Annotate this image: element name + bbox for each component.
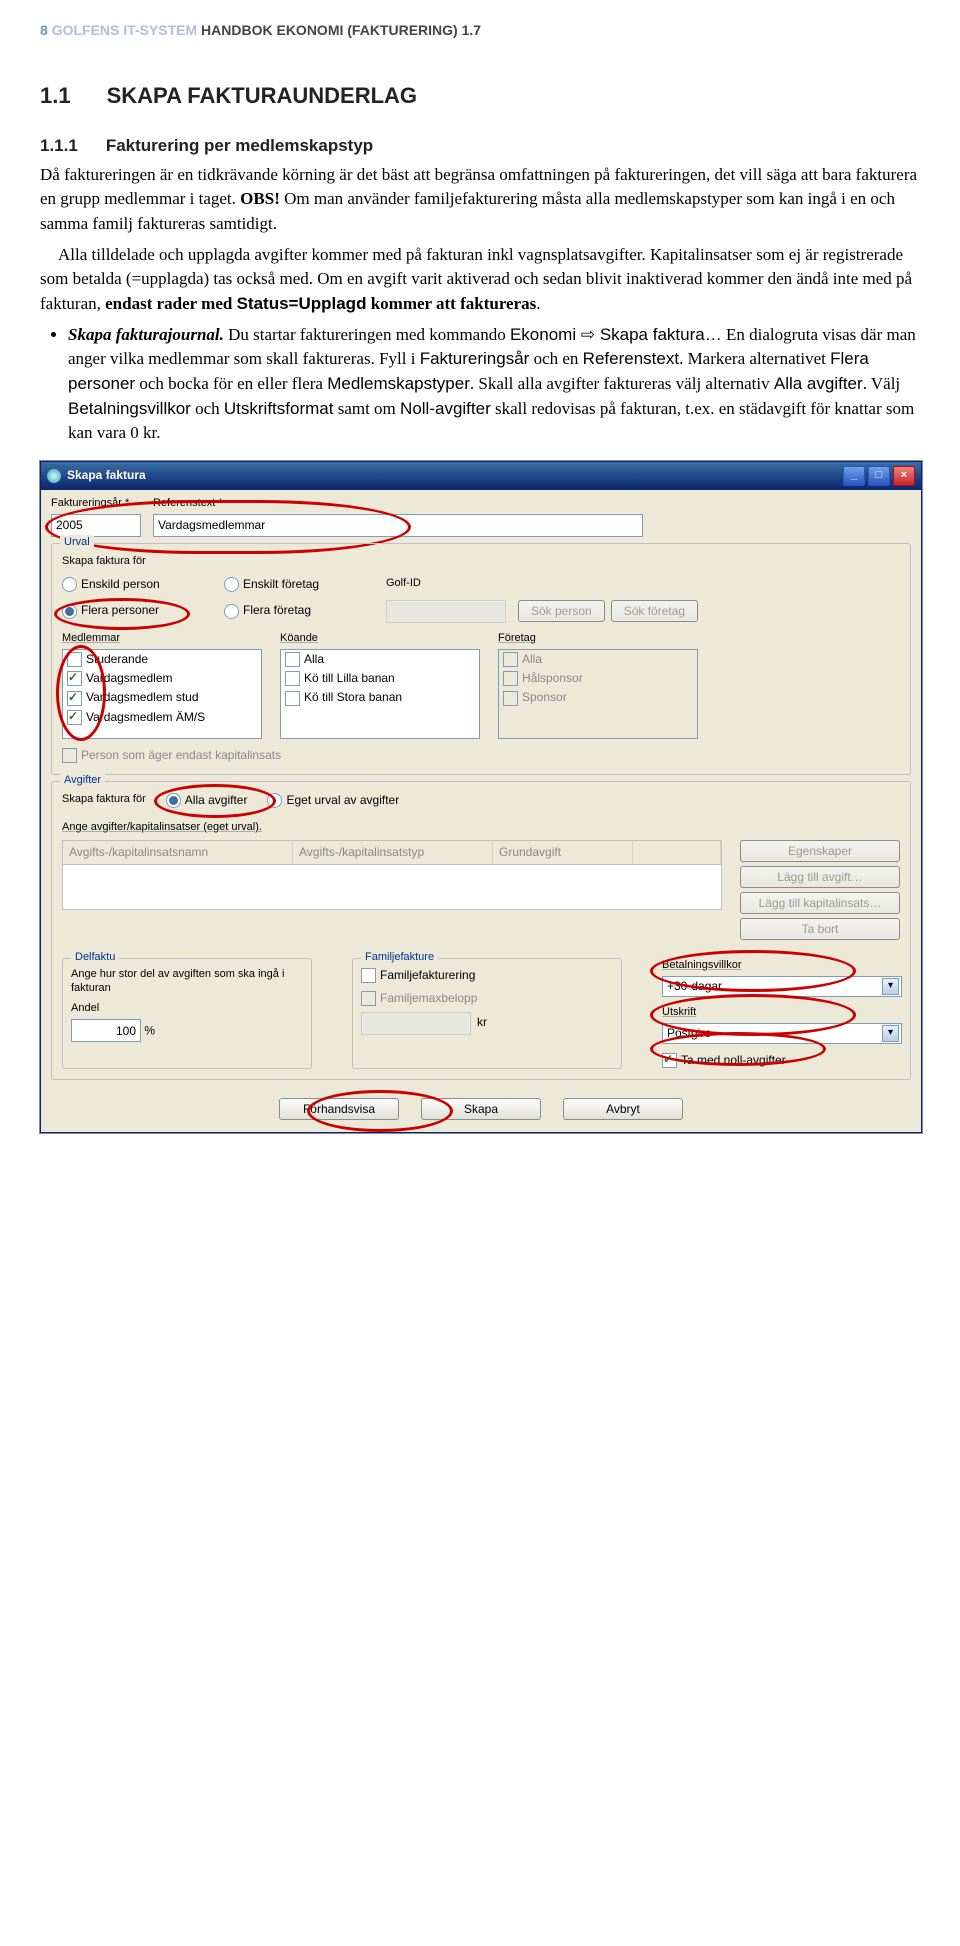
faktureringsar-input[interactable] — [51, 514, 141, 537]
chevron-down-icon: ▾ — [882, 1025, 899, 1042]
avbryt-button[interactable]: Avbryt — [563, 1098, 683, 1120]
andel-label: Andel — [71, 1001, 303, 1017]
paragraph-1: Då faktureringen är en tidkrävande körni… — [40, 163, 920, 237]
avgifter-table-body — [62, 865, 722, 910]
legend-familjefakture: Familjefakture — [361, 950, 438, 966]
legend-urval: Urval — [60, 535, 94, 551]
referenstext-input[interactable] — [153, 514, 643, 537]
foretag-header: Företag — [498, 631, 698, 647]
maximize-button[interactable]: □ — [868, 466, 890, 486]
koande-listbox[interactable]: Alla Kö till Lilla banan Kö till Stora b… — [280, 649, 480, 739]
familjemaxbelopp-checkbox: Familjemaxbelopp — [361, 990, 613, 1007]
group-betalning-utskrift: Betalningsvillkor +30-dagar ▾ Utskrift P… — [662, 958, 902, 1069]
radio-eget-urval[interactable]: Eget urval av avgifter — [267, 792, 399, 809]
sok-foretag-button: Sök företag — [611, 600, 698, 622]
window-title: Skapa faktura — [67, 467, 843, 484]
faktureringsar-label: Faktureringsår * — [51, 496, 141, 512]
skapa-button[interactable]: Skapa — [421, 1098, 541, 1120]
koande-header: Köande — [280, 631, 480, 647]
familjefakturering-checkbox[interactable]: Familjefakturering — [361, 967, 613, 984]
skapa-for2-label: Skapa faktura för — [62, 792, 146, 808]
system-name: GOLFENS IT-SYSTEM — [52, 22, 197, 38]
golfid-label: Golf-ID — [386, 576, 506, 592]
medlemmar-header: Medlemmar — [62, 631, 262, 647]
heading-1-1: 1.1SKAPA FAKTURAUNDERLAG — [40, 80, 920, 112]
betalningsvillkor-select[interactable]: +30-dagar ▾ — [662, 976, 902, 997]
radio-enskild-person[interactable]: Enskild person — [62, 576, 212, 593]
close-button[interactable]: × — [893, 466, 915, 486]
app-icon — [47, 469, 61, 483]
group-familjefakture: Familjefakture Familjefakturering Familj… — [352, 958, 622, 1069]
heading-1-1-1: 1.1.1Fakturering per medlemskapstyp — [40, 134, 920, 159]
ta-bort-button: Ta bort — [740, 918, 900, 940]
legend-delfaktu: Delfaktu — [71, 950, 119, 966]
foretag-listbox: Alla Hålsponsor Sponsor — [498, 649, 698, 739]
medlemmar-listbox[interactable]: Studerande Vardagsmedlem Vardagsmedlem s… — [62, 649, 262, 739]
delfaktu-help: Ange hur stor del av avgiften som ska in… — [71, 967, 303, 996]
group-delfaktu: Delfaktu Ange hur stor del av avgiften s… — [62, 958, 312, 1069]
radio-enskilt-foretag[interactable]: Enskilt företag — [224, 576, 374, 593]
avgifter-table-header: Avgifts-/kapitalinsatsnamn Avgifts-/kapi… — [62, 840, 722, 865]
page-header: 8 GOLFENS IT-SYSTEM HANDBOK EKONOMI (FAK… — [40, 20, 920, 40]
utskrift-label: Utskrift — [662, 1005, 902, 1021]
utskrift-select[interactable]: Postgiro ▾ — [662, 1023, 902, 1044]
dialog-skapa-faktura: Skapa faktura _ □ × Faktureringsår * Ref… — [40, 461, 922, 1133]
familjemaxbelopp-input — [361, 1012, 471, 1035]
legend-avgifter: Avgifter — [60, 773, 105, 789]
minimize-button[interactable]: _ — [843, 466, 865, 486]
titlebar[interactable]: Skapa faktura _ □ × — [41, 462, 921, 490]
lagg-till-avgift-button: Lägg till avgift… — [740, 866, 900, 888]
paragraph-2: Alla tilldelade och upplagda avgifter ko… — [40, 243, 920, 317]
bullet-list: Skapa fakturajournal. Du startar fakture… — [68, 323, 920, 446]
skapa-for-label: Skapa faktura för — [62, 554, 900, 570]
page-number: 8 — [40, 22, 48, 38]
bullet-skapa-fakturajournal: Skapa fakturajournal. Du startar fakture… — [68, 323, 920, 446]
golfid-input — [386, 600, 506, 623]
doc-title: HANDBOK EKONOMI (FAKTURERING) 1.7 — [201, 22, 481, 38]
tamed-nollavgifter-checkbox[interactable]: Ta med noll-avgifter — [662, 1052, 902, 1069]
radio-flera-personer[interactable]: Flera personer — [62, 602, 212, 619]
kapitalinsats-checkbox: Person som äger endast kapitalinsats — [62, 747, 900, 764]
andel-input[interactable] — [71, 1019, 141, 1042]
chevron-down-icon: ▾ — [882, 978, 899, 995]
ange-avgifter-label: Ange avgifter/kapitalinsatser (eget urva… — [62, 820, 900, 836]
radio-alla-avgifter[interactable]: Alla avgifter — [166, 792, 248, 809]
sok-person-button: Sök person — [518, 600, 605, 622]
referenstext-label: Referenstext * — [153, 496, 911, 512]
egenskaper-button: Egenskaper — [740, 840, 900, 862]
fieldset-avgifter: Avgifter Skapa faktura för Alla avgifter… — [51, 781, 911, 1080]
radio-flera-foretag[interactable]: Flera företag — [224, 602, 374, 619]
forhandsvisa-button[interactable]: Förhandsvisa — [279, 1098, 399, 1120]
lagg-till-kapitalinsats-button: Lägg till kapitalinsats… — [740, 892, 900, 914]
betalningsvillkor-label: Betalningsvillkor — [662, 958, 902, 974]
fieldset-urval: Urval Skapa faktura för Enskild person E… — [51, 543, 911, 775]
